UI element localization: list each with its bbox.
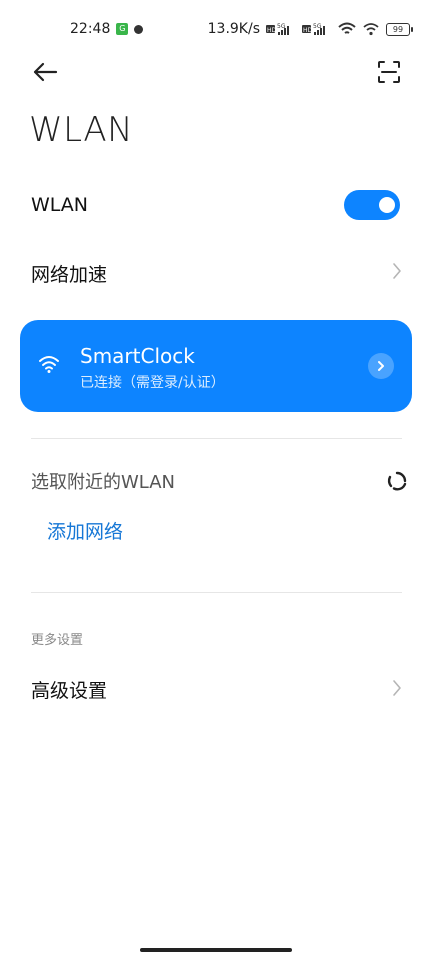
scan-qr-button[interactable] [372,55,406,89]
network-acceleration-label: 网络加速 [31,264,108,286]
advanced-settings-row[interactable]: 高级设置 [0,664,432,716]
divider [31,438,402,439]
loading-spinner-icon[interactable] [386,470,408,496]
wlan-switch-knob [379,197,395,213]
signal-1-icon: HD 5G [266,22,296,36]
nearby-wlan-label: 选取附近的WLAN [31,472,176,493]
network-status: 已连接（需登录/认证） [80,375,225,391]
signal-1-hd: HD [267,27,277,34]
status-bar-right: 13.9K/s HD 5G HD 5G 99 [207,21,413,37]
scan-icon [378,61,400,83]
status-bar-left: 22:48 G [70,21,144,37]
arrow-left-icon [33,62,58,82]
connected-network-card[interactable]: SmartClock 已连接（需登录/认证） [20,320,412,412]
divider [31,592,402,593]
more-settings-section-label: 更多设置 [31,633,84,648]
advanced-settings-label: 高级设置 [31,680,108,702]
back-button[interactable] [28,55,62,89]
signal-2-icon: HD 5G [302,22,332,36]
wifi-icon [38,354,60,378]
status-bar: 22:48 G 13.9K/s HD 5G HD 5G 99 [0,0,432,60]
chevron-right-icon [378,361,384,371]
chevron-right-icon [392,679,402,701]
network-details-button[interactable] [368,353,394,379]
chevron-right-icon [392,262,402,284]
wifi-status-icon [338,22,356,36]
wlan-toggle-label: WLAN [31,194,89,216]
network-acceleration-row[interactable]: 网络加速 [0,246,432,298]
wlan-switch[interactable] [344,190,400,220]
network-name: SmartClock [80,344,195,368]
page-title: WLAN [29,110,134,150]
status-time: 22:48 [70,21,111,37]
battery-icon: 99 [386,22,413,36]
signal-2-hd: HD [303,27,313,34]
app-notification-icon: G [116,23,129,35]
home-indicator[interactable] [140,948,292,952]
wifi-hotspot-icon [362,22,380,36]
recording-dot-icon [134,24,144,34]
add-network-link[interactable]: 添加网络 [47,517,123,544]
network-speed: 13.9K/s [207,21,260,37]
top-bar [0,55,432,89]
